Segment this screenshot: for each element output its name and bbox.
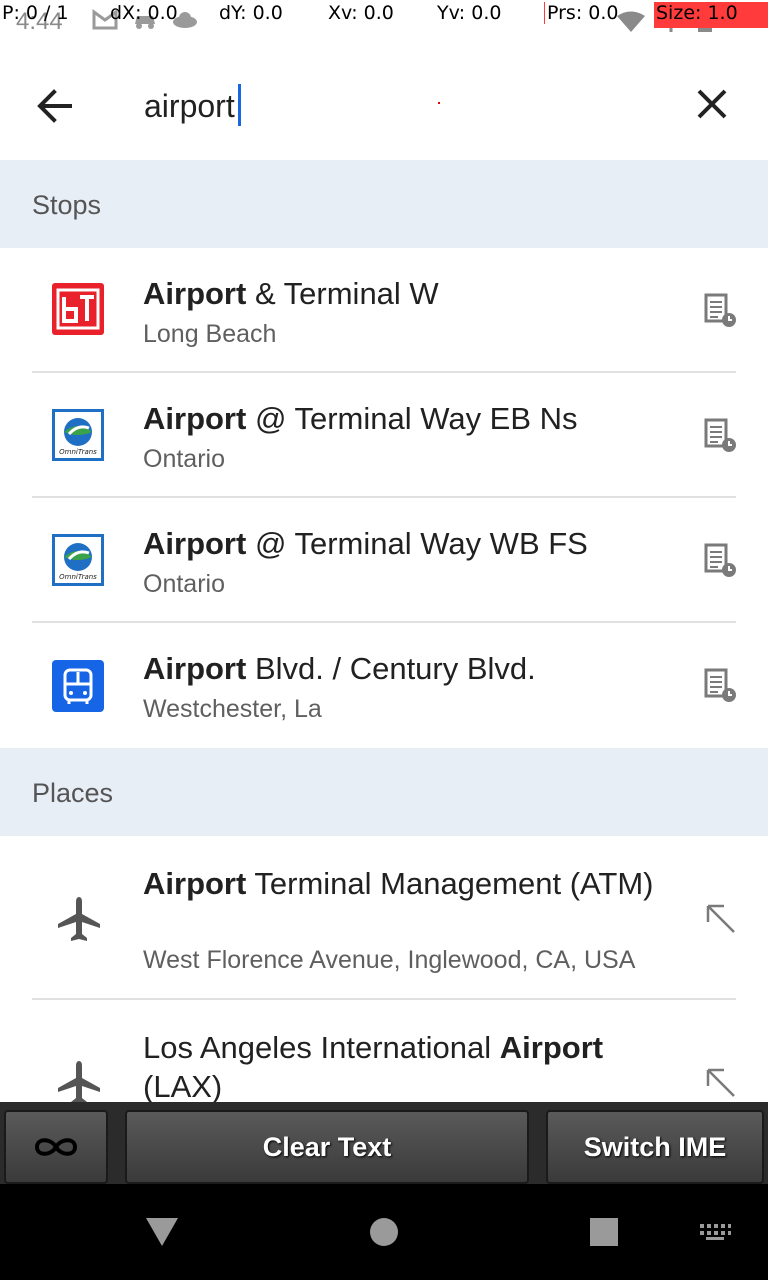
keyboard-icon[interactable] [698, 1222, 732, 1242]
stop-title-rest: @ Terminal Way WB FS [246, 526, 588, 561]
stop-title-bold: Airport [143, 651, 247, 686]
infinity-icon [34, 1138, 78, 1156]
airplane-icon [58, 1061, 100, 1102]
stop-title-bold: Airport [143, 401, 247, 436]
control-bar: Clear Text Switch IME [0, 1102, 768, 1184]
place-title-bold: Airport [143, 866, 247, 901]
section-header-places: Places [0, 748, 768, 836]
overlay-size: Size: 1.0 [654, 2, 768, 28]
arrow-up-left-icon[interactable] [702, 900, 738, 936]
stop-title-rest: @ Terminal Way EB Ns [246, 401, 578, 436]
overlay-xv: Xv: 0.0 [328, 2, 394, 24]
place-subtitle: West Florence Avenue, Inglewood, CA, USA [143, 946, 636, 974]
place-title-rest: (LAX) [143, 1069, 223, 1102]
overlay-dy: dY: 0.0 [219, 2, 283, 24]
stop-subtitle: Westchester, La [143, 695, 322, 723]
stop-row[interactable]: Airport Blvd. / Century Blvd. Westcheste… [0, 623, 768, 748]
close-icon[interactable] [690, 82, 734, 126]
clear-text-button[interactable]: Clear Text [125, 1110, 529, 1184]
section-title: Places [32, 778, 114, 808]
stop-row[interactable]: OmniTrans Airport @ Terminal Way EB Ns O… [0, 373, 768, 498]
long-beach-transit-logo [52, 283, 104, 335]
overlay-pointer: P: 0 / 1 [2, 2, 69, 24]
overlay-dx: dX: 0.0 [110, 2, 178, 24]
stop-subtitle: Ontario [143, 445, 225, 473]
home-circle-icon[interactable] [368, 1216, 400, 1248]
stop-subtitle: Ontario [143, 570, 225, 598]
stop-title-rest: & Terminal W [246, 276, 439, 311]
infinity-button[interactable] [4, 1110, 108, 1184]
recents-square-icon[interactable] [589, 1217, 619, 1247]
search-header [0, 36, 768, 161]
place-title-pre: Los Angeles International [143, 1030, 500, 1065]
text-cursor [238, 84, 241, 126]
omnitrans-logo: OmniTrans [52, 409, 104, 461]
place-row[interactable]: Los Angeles International Airport (LAX) [0, 1000, 768, 1102]
stop-row[interactable]: Airport & Terminal W Long Beach [0, 248, 768, 373]
airplane-icon [58, 897, 100, 941]
section-header-stops: Stops [0, 160, 768, 248]
stop-title-rest: Blvd. / Century Blvd. [246, 651, 536, 686]
stop-row[interactable]: OmniTrans Airport @ Terminal Way WB FS O… [0, 498, 768, 623]
place-title-rest: Terminal Management (ATM) [246, 866, 654, 901]
schedule-icon[interactable] [702, 292, 738, 328]
omnitrans-logo-text: OmniTrans [59, 448, 97, 456]
overlay-prs: Prs: 0.0 [544, 2, 619, 24]
schedule-icon[interactable] [702, 417, 738, 453]
touch-dot [438, 102, 440, 104]
navigation-bar [0, 1184, 768, 1280]
schedule-icon[interactable] [702, 667, 738, 703]
omnitrans-logo-text: OmniTrans [59, 573, 97, 581]
omnitrans-logo: OmniTrans [52, 534, 104, 586]
bus-icon [52, 660, 104, 712]
arrow-up-left-icon[interactable] [702, 1064, 738, 1100]
stop-title-bold: Airport [143, 276, 247, 311]
place-row[interactable]: Airport Terminal Management (ATM) West F… [0, 836, 768, 999]
search-input[interactable] [144, 84, 664, 128]
wifi-icon [617, 11, 645, 32]
switch-ime-button[interactable]: Switch IME [546, 1110, 764, 1184]
back-triangle-icon[interactable] [144, 1216, 180, 1248]
stop-subtitle: Long Beach [143, 320, 277, 348]
arrow-left-icon[interactable] [30, 80, 82, 132]
schedule-icon[interactable] [702, 542, 738, 578]
status-bar: 4:44 P: 0 / 1 dX: 0.0 dY: 0.0 Xv: 0.0 Yv… [0, 0, 768, 36]
overlay-yv: Yv: 0.0 [437, 2, 502, 24]
section-title: Stops [32, 190, 102, 220]
place-title-bold: Airport [499, 1030, 604, 1065]
stop-title-bold: Airport [143, 526, 247, 561]
